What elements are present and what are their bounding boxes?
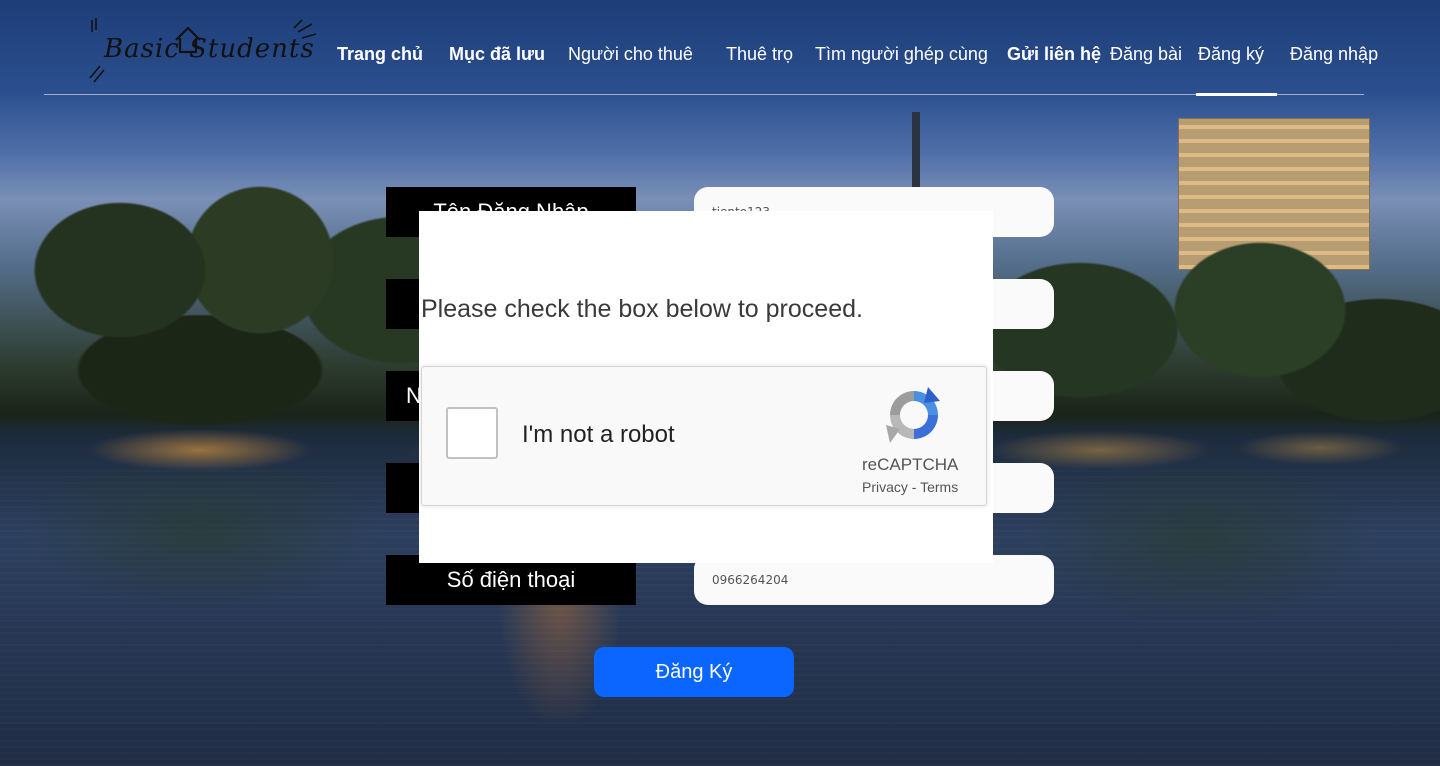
nav-item-find-roommate[interactable]: Tìm người ghép cùng	[815, 44, 988, 65]
register-submit-button[interactable]: Đăng Ký	[594, 647, 794, 697]
captcha-modal: Please check the box below to proceed. I…	[419, 211, 993, 563]
nav-item-contact[interactable]: Gửi liên hệ	[1007, 44, 1101, 65]
nav-item-post[interactable]: Đăng bài	[1110, 44, 1182, 65]
captcha-prompt: Please check the box below to proceed.	[421, 295, 863, 323]
nav-item-login[interactable]: Đăng nhập	[1290, 44, 1378, 65]
nav-item-saved[interactable]: Mục đã lưu	[449, 44, 545, 65]
recaptcha-privacy-link[interactable]: Privacy	[862, 479, 908, 495]
nav-item-register[interactable]: Đăng ký	[1198, 44, 1264, 65]
recaptcha-terms-link[interactable]: Terms	[920, 479, 958, 495]
main-nav: Trang chủ Mục đã lưu Người cho thuê Thuê…	[0, 44, 1440, 70]
nav-item-landlords[interactable]: Người cho thuê	[568, 44, 693, 65]
recaptcha-links: Privacy - Terms	[862, 479, 958, 495]
recaptcha-label: I'm not a robot	[522, 421, 675, 448]
recaptcha-brand: reCAPTCHA	[862, 455, 959, 474]
nav-item-rent-room[interactable]: Thuê trọ	[726, 44, 793, 65]
recaptcha-links-separator: -	[907, 479, 921, 495]
nav-active-indicator	[1196, 93, 1277, 96]
recaptcha-checkbox[interactable]	[446, 407, 498, 459]
nav-divider	[44, 94, 1364, 95]
recaptcha-widget: I'm not a robot reCAPTCHA Privacy - Term…	[421, 366, 987, 506]
recaptcha-logo-icon	[886, 387, 940, 443]
nav-item-home[interactable]: Trang chủ	[337, 44, 423, 65]
